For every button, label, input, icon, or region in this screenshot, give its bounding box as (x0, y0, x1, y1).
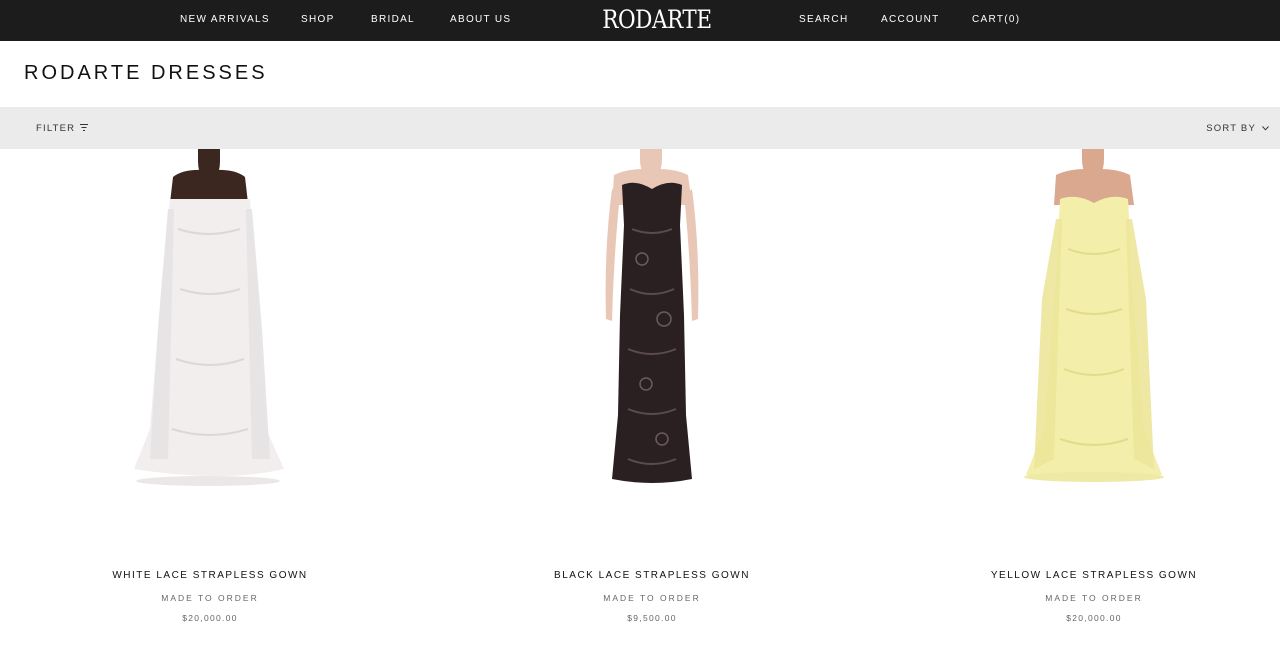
product-availability: MADE TO ORDER (161, 593, 259, 603)
product-name[interactable]: WHITE LACE STRAPLESS GOWN (0, 570, 420, 581)
nav-new-arrivals[interactable]: NEW ARRIVALS (180, 14, 270, 25)
product-card[interactable]: BLACK LACE STRAPLESS GOWN MADE TO ORDER … (442, 149, 862, 639)
nav-shop[interactable]: SHOP (301, 14, 335, 25)
nav-search[interactable]: SEARCH (799, 14, 848, 25)
white-lace-gown-illustration (0, 149, 420, 549)
sort-label: SORT BY (1206, 123, 1256, 134)
nav-account[interactable]: ACCOUNT (881, 14, 940, 25)
product-image[interactable] (884, 149, 1280, 549)
product-availability: MADE TO ORDER (1045, 593, 1143, 603)
nav-bridal[interactable]: BRIDAL (371, 14, 415, 25)
nav-about-us[interactable]: ABOUT US (450, 14, 511, 25)
product-price: $20,000.00 (1066, 613, 1122, 623)
nav-cart[interactable]: CART(0) (972, 14, 1020, 25)
filter-bar: FILTER SORT BY (0, 107, 1280, 149)
product-availability: MADE TO ORDER (603, 593, 701, 603)
chevron-down-icon (1262, 123, 1269, 134)
sort-button[interactable]: SORT BY (1206, 123, 1269, 134)
product-price: $20,000.00 (182, 613, 238, 623)
product-card[interactable]: WHITE LACE STRAPLESS GOWN MADE TO ORDER … (0, 149, 420, 639)
product-image[interactable] (442, 149, 862, 549)
top-navigation: NEW ARRIVALS SHOP BRIDAL ABOUT US RODART… (0, 0, 1280, 41)
product-card[interactable]: YELLOW LACE STRAPLESS GOWN MADE TO ORDER… (884, 149, 1280, 639)
filter-button[interactable]: FILTER (36, 123, 89, 134)
product-name[interactable]: YELLOW LACE STRAPLESS GOWN (884, 570, 1280, 581)
yellow-lace-gown-illustration (884, 149, 1280, 549)
product-image[interactable] (0, 149, 420, 549)
page-title: RODARTE DRESSES (24, 62, 268, 84)
filter-label: FILTER (36, 123, 76, 134)
black-lace-gown-illustration (442, 149, 862, 549)
filter-icon (80, 123, 89, 134)
product-name[interactable]: BLACK LACE STRAPLESS GOWN (442, 570, 862, 581)
brand-logo[interactable]: RODARTE (602, 5, 712, 35)
product-price: $9,500.00 (627, 613, 677, 623)
